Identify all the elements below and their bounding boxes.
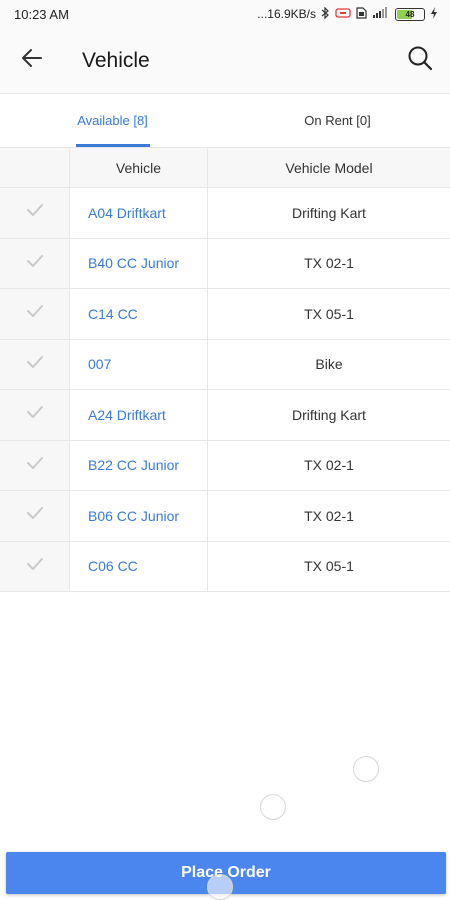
status-bar: 10:23 AM ...16.9KB/s 48 [0,0,450,28]
table-row[interactable]: C06 CC TX 05-1 [0,541,450,592]
vehicle-name-link[interactable]: C14 CC [70,289,208,339]
vehicle-model: TX 02-1 [304,507,354,524]
row-checkbox[interactable] [0,541,70,591]
active-tab-indicator [76,144,150,147]
app-bar: Vehicle [0,28,450,94]
header-check-cell [0,148,70,187]
vehicle-name-link[interactable]: B06 CC Junior [70,491,208,541]
sim-icon [356,6,367,22]
table-row[interactable]: B40 CC Junior TX 02-1 [0,238,450,289]
touch-indicator [353,756,379,782]
table-header: Vehicle Vehicle Model [0,148,450,188]
vehicle-name-link[interactable]: C06 CC [70,541,208,591]
screen-record-icon [335,7,351,22]
vehicle-model: Drifting Kart [292,204,366,221]
status-time: 10:23 AM [14,6,69,22]
vehicle-name-link[interactable]: A24 Driftkart [70,390,208,440]
checkmark-icon [26,405,44,424]
vehicle-name-link[interactable]: B22 CC Junior [70,440,208,490]
table-row[interactable]: 007 Bike [0,339,450,390]
row-checkbox[interactable] [0,491,70,541]
bluetooth-icon [321,6,330,22]
status-icons: ...16.9KB/s 48 [257,6,438,22]
checkmark-icon [26,304,44,323]
checkmark-icon [26,557,44,576]
charging-icon [430,6,438,22]
search-icon [407,45,433,76]
header-vehicle: Vehicle [70,148,208,187]
battery-level: 48 [405,9,415,19]
checkmark-icon [26,203,44,222]
arrow-left-icon [21,48,43,73]
table-row[interactable]: B22 CC Junior TX 02-1 [0,440,450,491]
back-button[interactable] [0,28,64,94]
vehicle-model: TX 02-1 [304,457,354,474]
vehicle-model: TX 02-1 [304,255,354,272]
vehicle-table: Vehicle Vehicle Model A04 Driftkart Drift… [0,148,450,592]
network-speed: ...16.9KB/s [257,7,316,21]
row-checkbox[interactable] [0,339,70,389]
table-row[interactable]: A04 Driftkart Drifting Kart [0,188,450,239]
search-button[interactable] [390,28,450,94]
checkmark-icon [26,456,44,475]
vehicle-model: Bike [315,356,343,373]
table-row[interactable]: A24 Driftkart Drifting Kart [0,390,450,441]
row-checkbox[interactable] [0,289,70,339]
vehicle-model: TX 05-1 [304,558,354,575]
row-checkbox[interactable] [0,238,70,288]
row-checkbox[interactable] [0,188,70,238]
page-title: Vehicle [82,48,150,72]
checkmark-icon [26,506,44,525]
battery-icon: 48 [395,7,425,21]
vehicle-model: Drifting Kart [292,406,366,423]
signal-icon [372,6,390,22]
touch-indicator [260,794,286,820]
tab-available-label: Available [8] [77,113,148,128]
row-checkbox[interactable] [0,440,70,490]
row-checkbox[interactable] [0,390,70,440]
tab-bar: Available [8] On Rent [0] [0,94,450,148]
checkmark-icon [26,254,44,273]
vehicle-name-link[interactable]: A04 Driftkart [70,188,208,238]
tab-on-rent[interactable]: On Rent [0] [225,94,450,147]
checkmark-icon [26,355,44,374]
table-row[interactable]: B06 CC Junior TX 02-1 [0,491,450,542]
vehicle-model: TX 05-1 [304,305,354,322]
vehicle-name-link[interactable]: 007 [70,339,208,389]
tab-available[interactable]: Available [8] [0,94,225,147]
tab-on-rent-label: On Rent [0] [304,113,371,128]
vehicle-name-link[interactable]: B40 CC Junior [70,238,208,288]
touch-indicator [207,874,233,900]
header-vehicle-model: Vehicle Model [285,159,373,176]
table-row[interactable]: C14 CC TX 05-1 [0,289,450,340]
